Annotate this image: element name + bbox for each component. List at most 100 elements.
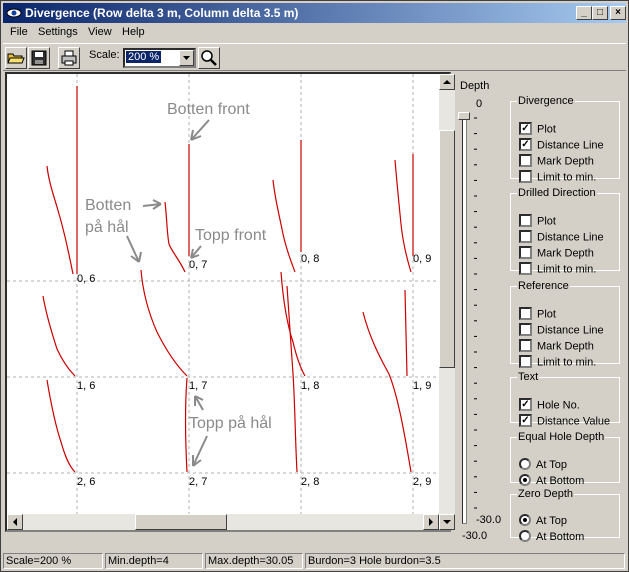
scroll-left-button[interactable]	[7, 514, 23, 530]
zoom-button[interactable]	[198, 47, 220, 69]
save-button[interactable]	[28, 47, 50, 69]
checkbox[interactable]	[519, 355, 532, 368]
radio[interactable]	[519, 514, 531, 527]
menu-help[interactable]: Help	[122, 26, 145, 38]
drilled-limit-checkbox[interactable]: Limit to min.	[519, 262, 596, 276]
reference-plot-checkbox[interactable]: Plot	[519, 307, 556, 321]
hole-trace	[286, 285, 298, 473]
horizontal-scroll-thumb[interactable]	[135, 514, 227, 530]
depth-max-label-bottom: -30.0	[462, 530, 488, 542]
reference-mark-depth-checkbox[interactable]: Mark Depth	[519, 339, 594, 353]
hole-trace	[42, 295, 76, 377]
checkbox[interactable]: ✓	[519, 414, 532, 427]
divergence-mark-depth-checkbox[interactable]: Mark Depth	[519, 154, 594, 168]
scale-select[interactable]: 200 %	[123, 48, 196, 68]
scroll-right-button[interactable]	[423, 514, 439, 530]
hole-label: 2, 9	[413, 476, 431, 488]
equal-depth-at-bottom-radio[interactable]: At Bottom	[519, 474, 584, 488]
equal-depth-at-top-radio[interactable]: At Top	[519, 458, 567, 472]
window-title: Divergence (Row delta 3 m, Column delta …	[25, 6, 299, 20]
radio[interactable]	[519, 458, 531, 471]
depth-slider-panel: Depth 0 -30.0 -30.0	[454, 72, 510, 552]
drilled-plot-checkbox[interactable]: Plot	[519, 214, 556, 228]
drilled-mark-depth-checkbox[interactable]: Mark Depth	[519, 246, 594, 260]
chevron-down-icon	[183, 56, 190, 60]
hole-trace	[46, 165, 74, 275]
vertical-scrollbar[interactable]	[439, 74, 455, 530]
annotation-topp-pa-hal: Topp på hål	[189, 414, 272, 432]
print-button[interactable]	[58, 47, 80, 69]
title-bar: Divergence (Row delta 3 m, Column delta …	[3, 3, 626, 23]
menu-settings[interactable]: Settings	[38, 26, 78, 38]
group-title: Drilled Direction	[518, 187, 596, 199]
status-max-depth: Max.depth=30.05	[205, 553, 303, 569]
maximize-button[interactable]: □	[592, 6, 608, 20]
zero-depth-at-top-radio[interactable]: At Top	[519, 514, 567, 528]
checkbox[interactable]	[519, 214, 532, 227]
eye-icon	[6, 8, 22, 18]
hole-label: 0, 9	[413, 253, 431, 265]
hole-label: 0, 7	[189, 259, 207, 271]
printer-icon	[61, 50, 77, 66]
annotation-pa-hal: på hål	[85, 218, 129, 236]
checkbox[interactable]	[519, 230, 532, 243]
hole-label: 0, 8	[301, 253, 319, 265]
annotation-botten: Botten	[85, 197, 131, 214]
zero-depth-at-bottom-radio[interactable]: At Bottom	[519, 530, 584, 544]
radio[interactable]	[519, 474, 531, 487]
scale-dropdown-button[interactable]	[179, 50, 194, 66]
checkbox[interactable]: ✓	[519, 122, 532, 135]
scroll-down-button[interactable]	[439, 514, 455, 530]
hole-trace	[164, 201, 186, 273]
depth-min-label: 0	[476, 98, 483, 110]
divergence-limit-checkbox[interactable]: Limit to min.	[519, 170, 596, 184]
checkbox[interactable]	[519, 154, 532, 167]
menu-file[interactable]: File	[10, 26, 28, 38]
annotations: Botten front Botten på hål Topp front To…	[85, 101, 272, 467]
hole-trace	[272, 179, 296, 273]
status-scale: Scale=200 %	[3, 553, 103, 569]
checkbox[interactable]	[519, 170, 532, 183]
group-zero-depth: Zero Depth At Top At Bottom	[510, 488, 620, 543]
group-divergence: Divergence ✓ Plot ✓ Distance Line Mark Dep…	[510, 95, 620, 183]
hole-label: 1, 8	[301, 380, 319, 392]
group-title: Divergence	[518, 95, 574, 107]
divergence-plot[interactable]: 0, 6 0, 7 0, 8 0, 9 1, 6 1, 7 1, 8 1, 9 …	[5, 72, 455, 532]
vertical-scroll-thumb[interactable]	[439, 130, 455, 368]
divergence-plot-checkbox[interactable]: ✓ Plot	[519, 122, 556, 136]
drilled-distance-line-checkbox[interactable]: Distance Line	[519, 230, 604, 244]
close-button[interactable]: ×	[610, 6, 626, 20]
group-title: Reference	[518, 280, 569, 292]
plot-canvas[interactable]: 0, 6 0, 7 0, 8 0, 9 1, 6 1, 7 1, 8 1, 9 …	[7, 74, 439, 514]
text-hole-no-checkbox[interactable]: ✓ Hole No.	[519, 398, 580, 412]
hole-label: 1, 9	[413, 380, 431, 392]
checkbox[interactable]	[519, 246, 532, 259]
annotation-topp-front: Topp front	[195, 227, 267, 244]
hole-trace	[394, 159, 412, 273]
scale-label: Scale:	[89, 49, 120, 61]
checkbox[interactable]: ✓	[519, 138, 532, 151]
open-button[interactable]	[5, 47, 27, 69]
checkbox[interactable]: ✓	[519, 398, 532, 411]
scroll-up-button[interactable]	[439, 74, 455, 90]
toolbar: Scale: 200 %	[3, 43, 626, 71]
group-drilled-direction: Drilled Direction Plot Distance Line Mar…	[510, 187, 620, 275]
depth-slider-track[interactable]	[462, 114, 467, 524]
depth-slider-thumb[interactable]	[458, 112, 470, 120]
checkbox[interactable]	[519, 262, 532, 275]
hole-label: 0, 6	[77, 273, 95, 285]
reference-distance-line-checkbox[interactable]: Distance Line	[519, 323, 604, 337]
text-distance-value-checkbox[interactable]: ✓ Distance Value	[519, 414, 610, 428]
horizontal-scrollbar[interactable]	[7, 514, 439, 530]
checkbox[interactable]	[519, 307, 532, 320]
group-title: Zero Depth	[518, 488, 574, 500]
checkbox[interactable]	[519, 323, 532, 336]
app-window: Divergence (Row delta 3 m, Column delta …	[0, 0, 629, 572]
radio[interactable]	[519, 530, 531, 543]
floppy-disk-icon	[31, 50, 47, 66]
minimize-button[interactable]: _	[576, 6, 592, 20]
menu-view[interactable]: View	[88, 26, 112, 38]
divergence-distance-line-checkbox[interactable]: ✓ Distance Line	[519, 138, 604, 152]
reference-limit-checkbox[interactable]: Limit to min.	[519, 355, 596, 369]
checkbox[interactable]	[519, 339, 532, 352]
